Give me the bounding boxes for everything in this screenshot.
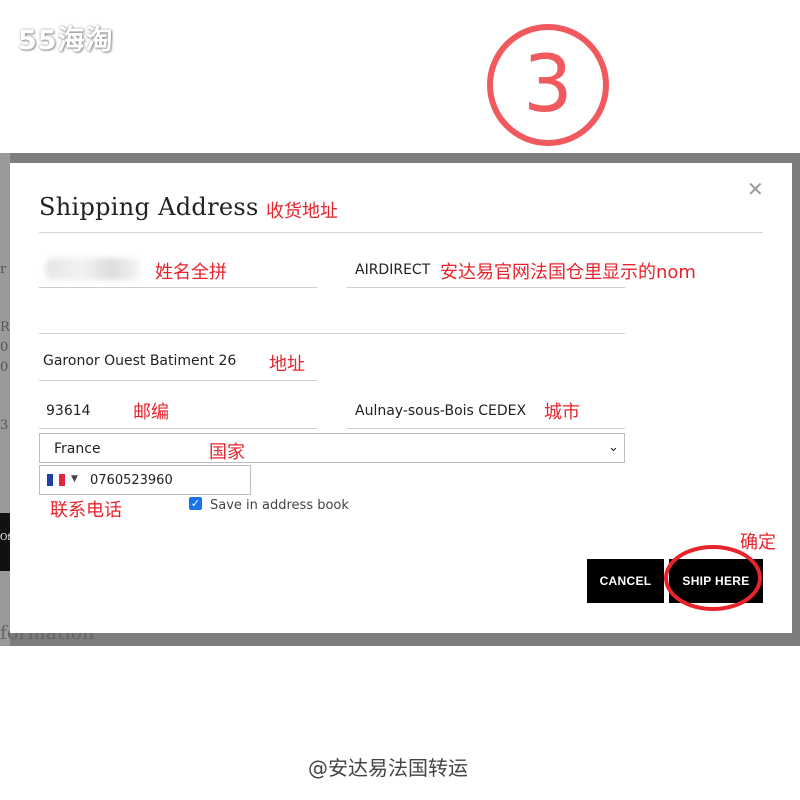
site-watermark: 55海淘 (18, 25, 114, 56)
name-blurred (45, 258, 140, 280)
annotation-country: 国家 (209, 442, 245, 463)
company-field[interactable]: AIRDIRECT (355, 262, 430, 278)
cancel-button[interactable]: CANCEL (587, 559, 664, 603)
background-fragment: 3 (0, 418, 9, 433)
address-field[interactable]: Garonor Ouest Batiment 26 (43, 353, 236, 369)
country-select-value: France (54, 441, 101, 457)
background-fragment: 0 (0, 360, 9, 375)
save-address-checkbox[interactable]: ✓ (189, 497, 202, 510)
background-page-edge (0, 153, 10, 646)
annotation-phone: 联系电话 (50, 500, 122, 521)
ship-here-button[interactable]: SHIP HERE (669, 559, 763, 603)
phone-number-value: 0760523960 (90, 473, 173, 488)
caret-down-icon[interactable]: ▼ (71, 474, 78, 484)
annotation-name: 姓名全拼 (155, 262, 227, 283)
postcode-field-underline (39, 428, 317, 429)
annotation-city: 城市 (544, 402, 580, 423)
city-field-underline (347, 428, 625, 429)
background-fragment: 0 (0, 340, 9, 355)
annotation-address: 地址 (269, 354, 305, 375)
address-line2-underline (39, 333, 625, 334)
background-fragment: r (0, 262, 7, 277)
city-field[interactable]: Aulnay-sous-Bois CEDEX (355, 403, 526, 419)
postcode-field[interactable]: 93614 (46, 403, 91, 419)
country-select[interactable] (39, 433, 625, 463)
background-fragment: R (0, 320, 10, 335)
save-address-label: Save in address book (210, 498, 349, 513)
france-flag-icon[interactable] (47, 474, 65, 486)
title-divider (39, 232, 763, 233)
address-field-underline (39, 380, 317, 381)
chevron-down-icon: ⌄ (608, 440, 619, 455)
annotation-confirm: 确定 (740, 532, 776, 553)
annotation-company: 安达易官网法国仓里显示的nom (440, 262, 696, 283)
name-field-underline (39, 287, 317, 288)
close-icon[interactable]: ✕ (747, 177, 764, 201)
step-number-circle: 3 (487, 24, 609, 146)
footer-credit: @安达易法国转运 (308, 756, 468, 780)
company-field-underline (347, 287, 625, 288)
modal-title: Shipping Address (39, 193, 259, 221)
annotation-postcode: 邮编 (133, 402, 169, 423)
annotation-title: 收货地址 (266, 201, 338, 222)
